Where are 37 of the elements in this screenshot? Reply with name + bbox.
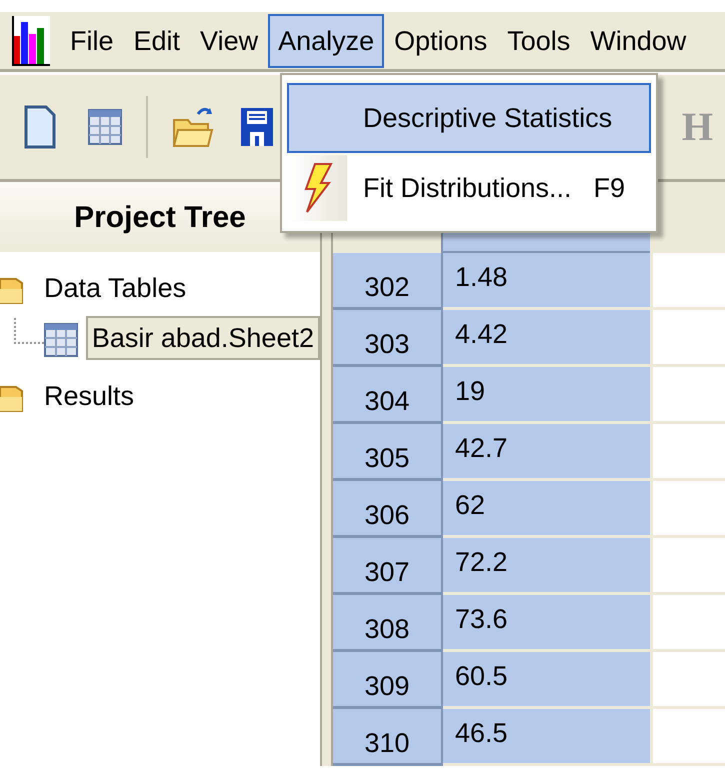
menu-item[interactable]: Descriptive Statistics	[287, 83, 651, 153]
table-cell: 19	[443, 367, 650, 424]
row-number: 303	[333, 310, 443, 367]
table-icon	[44, 322, 78, 357]
table-cell: 4.42	[443, 310, 650, 367]
row-number: 305	[333, 424, 443, 481]
new-document-icon[interactable]	[24, 105, 56, 149]
row-number: 302	[333, 253, 443, 310]
table-cell: 72.2	[443, 538, 650, 595]
menu-item[interactable]: Fit Distributions... F9	[287, 153, 651, 223]
menu-item[interactable]: View	[190, 14, 268, 68]
app-logo-icon	[12, 16, 50, 66]
menu-item[interactable]: Options	[384, 14, 498, 68]
menu-item[interactable]: Analyze	[268, 14, 384, 68]
save-icon[interactable]	[240, 107, 274, 147]
menu-item[interactable]: Tools	[497, 14, 580, 68]
table-cell: 60.5	[443, 652, 650, 709]
tree-item[interactable]: Results	[40, 376, 138, 416]
row-number: 304	[333, 367, 443, 424]
lightning-icon	[303, 163, 333, 213]
tree-item[interactable]: Data Tables	[40, 268, 190, 308]
row-number: 309	[333, 652, 443, 709]
menu-item[interactable]: Edit	[124, 14, 190, 68]
table-cell: 1.48	[443, 253, 650, 310]
table-icon[interactable]	[88, 109, 122, 145]
panel-title: Project Tree	[74, 200, 246, 236]
row-number: 307	[333, 538, 443, 595]
table-cell: 46.5	[443, 709, 650, 766]
table-cell: 42.7	[443, 424, 650, 481]
row-number: 306	[333, 481, 443, 538]
row-number: 310	[333, 709, 443, 766]
table-cell: 62	[443, 481, 650, 538]
menu-item[interactable]: Window	[580, 14, 696, 68]
tree-item[interactable]: Basir abad.Sheet2	[86, 316, 320, 360]
row-number: 308	[333, 595, 443, 652]
menu-item[interactable]: File	[60, 14, 124, 68]
table-cell: 73.6	[443, 595, 650, 652]
